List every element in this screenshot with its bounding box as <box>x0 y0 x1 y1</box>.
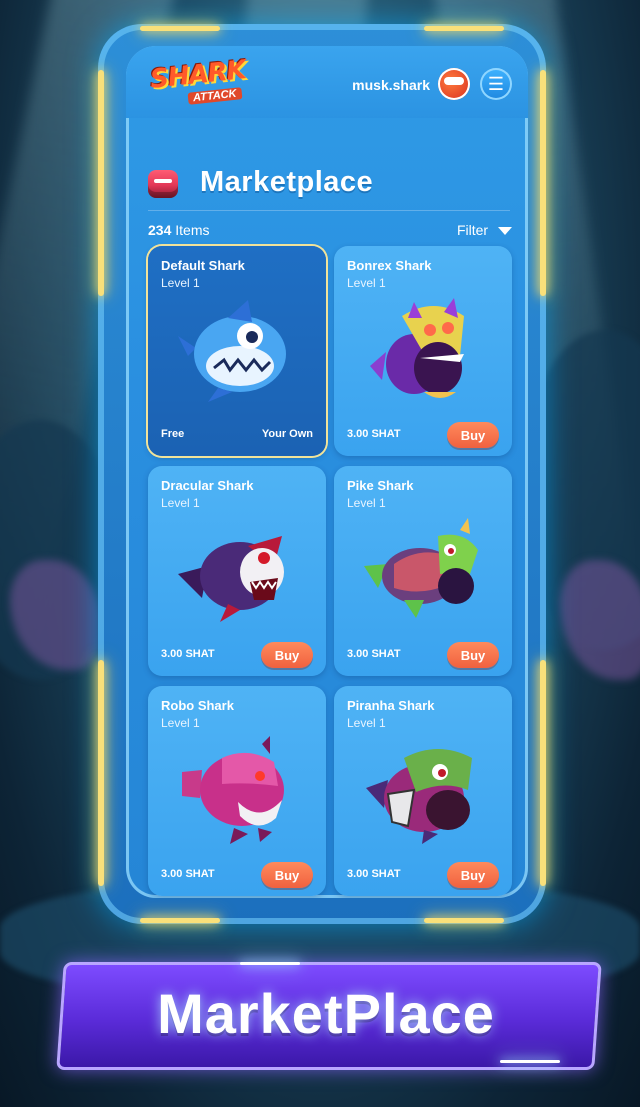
buy-button[interactable]: Buy <box>447 642 499 668</box>
buy-button[interactable]: Buy <box>447 862 499 888</box>
card-price: 3.00 SHAT <box>347 428 401 440</box>
glow-edge <box>98 660 104 886</box>
marketplace-icon <box>148 170 178 198</box>
glow-edge <box>424 26 504 31</box>
robo-shark-icon <box>182 736 284 844</box>
card-name: Dracular Shark <box>161 478 254 493</box>
glow-edge <box>540 660 546 886</box>
blue-shark-icon <box>178 300 286 402</box>
item-count-number: 234 <box>148 222 172 238</box>
bonrex-shark-icon <box>370 298 464 398</box>
card-name: Robo Shark <box>161 698 234 713</box>
shark-card-piranha[interactable]: Piranha Shark Level 1 3.00 SHAT Buy <box>334 686 512 896</box>
page-title: Marketplace <box>200 166 374 198</box>
piranha-shark-icon <box>366 749 472 844</box>
item-count: 234 Items <box>148 222 209 238</box>
card-name: Default Shark <box>161 258 245 273</box>
shark-card-dracular[interactable]: Dracular Shark Level 1 3.00 SHAT Buy <box>148 466 326 676</box>
buy-button[interactable]: Buy <box>261 862 313 888</box>
shark-card-default[interactable]: Default Shark Level 1 Free Your Own <box>148 246 326 456</box>
card-price: 3.00 SHAT <box>161 648 215 660</box>
card-level: Level 1 <box>161 276 200 290</box>
sparkle <box>500 1060 560 1063</box>
shark-card-pike[interactable]: Pike Shark Level 1 3.00 SHAT Buy <box>334 466 512 676</box>
card-name: Pike Shark <box>347 478 414 493</box>
glow-edge <box>140 26 220 31</box>
card-name: Piranha Shark <box>347 698 435 713</box>
glow-edge <box>140 918 220 923</box>
glow-edge <box>98 70 104 296</box>
divider <box>148 210 510 211</box>
glow-edge <box>424 918 504 923</box>
card-level: Level 1 <box>161 496 200 510</box>
banner-title: MarketPlace <box>157 981 495 1045</box>
card-level: Level 1 <box>347 276 386 290</box>
sparkle <box>240 962 300 965</box>
hamburger-icon: ☰ <box>487 73 505 94</box>
buy-button[interactable]: Buy <box>447 422 499 448</box>
dracular-shark-icon <box>178 536 284 622</box>
card-price: 3.00 SHAT <box>347 648 401 660</box>
app-screen: SHARK ATTACK musk.shark ☰ Marketplace 23… <box>126 46 528 898</box>
owned-label: Your Own <box>261 428 313 440</box>
card-price: 3.00 SHAT <box>347 868 401 880</box>
card-price: 3.00 SHAT <box>161 868 215 880</box>
shark-card-bonrex[interactable]: Bonrex Shark Level 1 3.00 SHAT Buy <box>334 246 512 456</box>
item-count-label: Items <box>175 222 210 238</box>
shark-card-robo[interactable]: Robo Shark Level 1 3.00 SHAT Buy <box>148 686 326 896</box>
card-name: Bonrex Shark <box>347 258 432 273</box>
card-level: Level 1 <box>161 716 200 730</box>
shark-attack-logo[interactable]: SHARK ATTACK <box>149 55 250 110</box>
card-price: Free <box>161 428 185 440</box>
username: musk.shark <box>352 77 430 93</box>
menu-button[interactable]: ☰ <box>480 68 512 100</box>
filter-label: Filter <box>456 222 489 238</box>
buy-button[interactable]: Buy <box>261 642 313 668</box>
pike-shark-icon <box>364 518 478 618</box>
page-header: Marketplace <box>148 166 508 206</box>
funnel-icon <box>498 227 512 236</box>
avatar[interactable] <box>438 68 470 100</box>
card-level: Level 1 <box>347 496 386 510</box>
filter-button[interactable]: Filter <box>457 222 512 238</box>
top-bar: SHARK ATTACK musk.shark ☰ <box>126 46 528 118</box>
glow-edge <box>540 70 546 296</box>
card-level: Level 1 <box>347 716 386 730</box>
